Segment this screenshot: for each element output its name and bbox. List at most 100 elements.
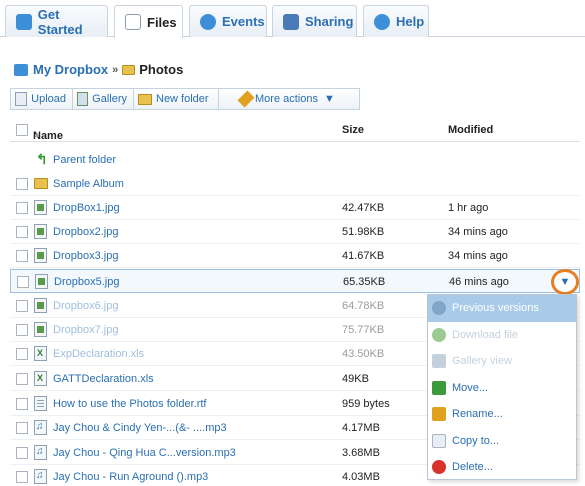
table-row[interactable]: Sample Album	[10, 172, 580, 196]
tab-label: Get Started	[37, 6, 83, 37]
file-name[interactable]: Dropbox3.jpg	[53, 250, 118, 262]
row-checkbox[interactable]	[16, 250, 28, 262]
file-modified: 34 mins ago	[448, 226, 508, 238]
gallery-label: Gallery	[92, 93, 127, 105]
new-folder-label: New folder	[156, 93, 209, 105]
folder-icon	[122, 64, 136, 75]
menu-item-label: Gallery view	[452, 355, 512, 368]
file-name[interactable]: Dropbox2.jpg	[53, 226, 118, 238]
table-row[interactable]: Dropbox3.jpg 41.67KB 34 mins ago	[10, 244, 580, 268]
row-checkbox[interactable]	[16, 226, 28, 238]
chevron-down-icon: ▼	[323, 93, 335, 105]
gallery-icon	[77, 92, 89, 106]
file-name[interactable]: Jay Chou & Cindy Yen-...(&- ....mp3	[53, 422, 227, 434]
parent-folder-row[interactable]: ↰ Parent folder	[10, 148, 580, 172]
gallery-button[interactable]: Gallery	[72, 88, 134, 110]
file-size: 959 bytes	[342, 398, 390, 410]
breadcrumb: My Dropbox » Photos	[14, 62, 183, 77]
folder-icon	[34, 178, 48, 189]
table-header: Name ▲ Size Modified	[10, 118, 580, 142]
rename-icon	[432, 407, 446, 422]
row-actions-dropdown-button[interactable]: ▼	[551, 269, 579, 295]
table-row[interactable]: Dropbox2.jpg 51.98KB 34 mins ago	[10, 220, 580, 244]
menu-item-gallery-view[interactable]: Gallery view	[428, 348, 576, 375]
dropbox-icon	[14, 63, 28, 76]
row-checkbox[interactable]	[17, 276, 29, 288]
file-name[interactable]: Jay Chou - Run Aground ().mp3	[53, 471, 208, 483]
file-modified: 34 mins ago	[448, 250, 508, 262]
menu-item-delete[interactable]: Delete...	[428, 454, 576, 481]
download-icon	[432, 327, 446, 342]
select-all-checkbox[interactable]	[16, 124, 28, 136]
tab-files[interactable]: Files	[114, 5, 183, 38]
menu-item-move[interactable]: Move...	[428, 375, 576, 402]
menu-item-copy-to[interactable]: Copy to...	[428, 428, 576, 455]
file-name[interactable]: DropBox1.jpg	[53, 202, 120, 214]
row-checkbox[interactable]	[16, 178, 28, 190]
tab-help[interactable]: Help	[363, 5, 429, 37]
file-size: 4.17MB	[342, 422, 380, 434]
upload-icon	[15, 92, 28, 106]
row-checkbox[interactable]	[16, 348, 28, 360]
image-file-icon	[34, 200, 47, 215]
file-size: 65.35KB	[343, 276, 386, 288]
table-row-selected[interactable]: Dropbox5.jpg 65.35KB 46 mins ago	[10, 269, 580, 293]
file-name[interactable]: ExpDeclaration.xls	[53, 348, 144, 360]
gallery-icon	[432, 354, 446, 369]
tab-bar: Get Started Files Events Sharing Help	[0, 0, 585, 38]
image-file-icon	[34, 248, 47, 263]
menu-item-download-file[interactable]: Download file	[428, 322, 576, 349]
menu-item-label: Previous versions	[452, 302, 539, 315]
new-folder-button[interactable]: New folder	[133, 88, 219, 110]
audio-file-icon	[34, 420, 47, 435]
tab-sharing[interactable]: Sharing	[272, 5, 357, 37]
tab-get-started[interactable]: Get Started	[5, 5, 108, 37]
tab-events[interactable]: Events	[189, 5, 267, 37]
sort-asc-icon: ▲	[33, 130, 41, 139]
audio-file-icon	[34, 469, 47, 484]
menu-item-rename[interactable]: Rename...	[428, 401, 576, 428]
menu-item-label: Rename...	[452, 408, 503, 421]
file-name[interactable]: Dropbox6.jpg	[53, 300, 118, 312]
image-file-icon	[34, 224, 47, 239]
tab-label: Help	[396, 14, 425, 29]
row-checkbox[interactable]	[16, 202, 28, 214]
toolbar: Upload Gallery New folder More actions ▼	[10, 88, 360, 110]
row-checkbox[interactable]	[16, 300, 28, 312]
row-checkbox[interactable]	[16, 422, 28, 434]
breadcrumb-root-link[interactable]: My Dropbox	[33, 62, 108, 77]
new-folder-icon	[138, 93, 152, 105]
file-size: 43.50KB	[342, 348, 385, 360]
spreadsheet-file-icon	[34, 371, 47, 386]
column-modified[interactable]: Modified	[448, 124, 493, 136]
tab-label: Sharing	[305, 14, 354, 29]
upload-button[interactable]: Upload	[10, 88, 73, 110]
row-checkbox[interactable]	[16, 471, 28, 483]
file-name[interactable]: GATTDeclaration.xls	[53, 373, 154, 385]
row-checkbox[interactable]	[16, 398, 28, 410]
parent-folder-link[interactable]: Parent folder	[53, 154, 116, 166]
file-name[interactable]: Dropbox7.jpg	[53, 324, 118, 336]
file-name[interactable]: Jay Chou - Qing Hua C...version.mp3	[53, 447, 236, 459]
file-modified: 1 hr ago	[448, 202, 489, 214]
file-size: 42.47KB	[342, 202, 385, 214]
table-row[interactable]: DropBox1.jpg 42.47KB 1 hr ago	[10, 196, 580, 220]
file-name[interactable]: Dropbox5.jpg	[54, 276, 119, 288]
menu-item-label: Download file	[452, 328, 519, 341]
menu-item-previous-versions[interactable]: Previous versions	[428, 295, 576, 322]
sharing-icon	[283, 13, 299, 30]
more-actions-button[interactable]: More actions ▼	[218, 88, 360, 110]
upload-label: Upload	[31, 93, 66, 105]
file-size: 64.78KB	[342, 300, 385, 312]
tab-label: Events	[222, 14, 265, 29]
row-checkbox[interactable]	[16, 447, 28, 459]
file-name[interactable]: How to use the Photos folder.rtf	[53, 398, 206, 410]
row-checkbox[interactable]	[16, 324, 28, 336]
image-file-icon	[34, 298, 47, 313]
row-checkbox[interactable]	[16, 373, 28, 385]
column-size[interactable]: Size	[342, 124, 364, 136]
file-size: 49KB	[342, 373, 369, 385]
file-size: 51.98KB	[342, 226, 385, 238]
file-name[interactable]: Sample Album	[53, 178, 124, 190]
history-icon	[432, 301, 446, 316]
